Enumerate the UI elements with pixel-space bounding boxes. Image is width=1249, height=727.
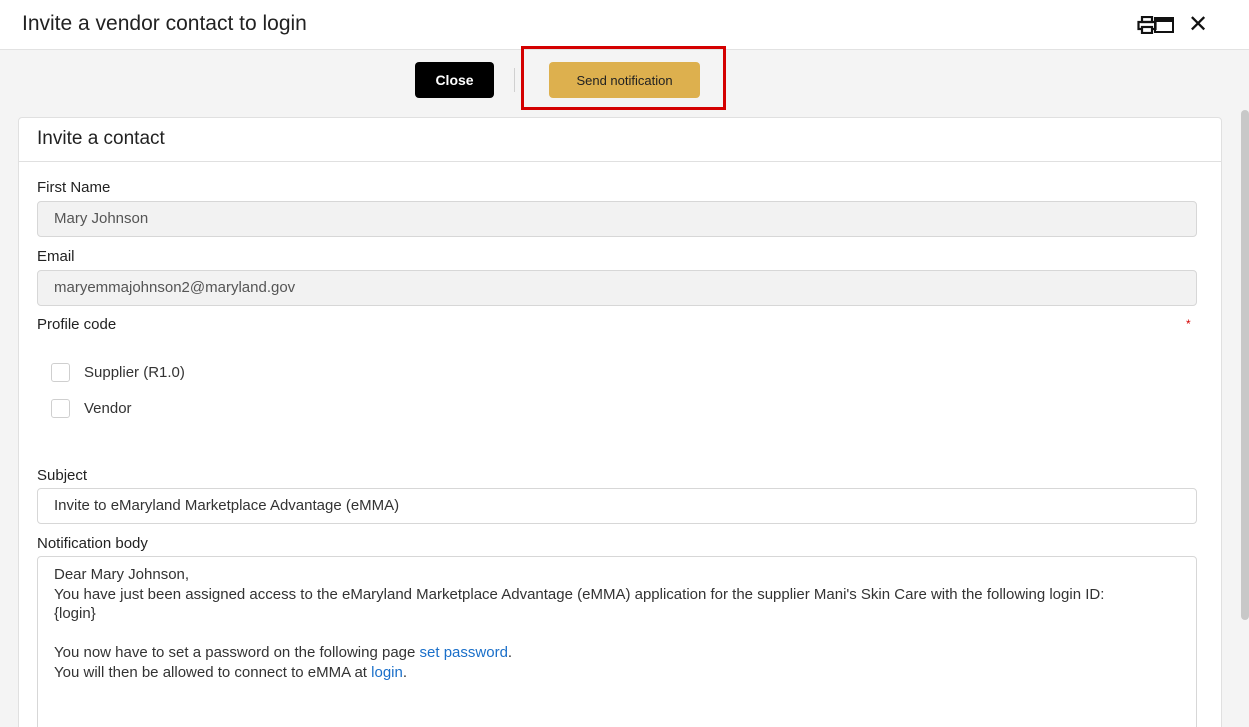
close-icon[interactable]: ✕ [1187,13,1209,37]
subject-label: Subject [37,467,88,484]
subject-field[interactable]: Invite to eMaryland Marketplace Advantag… [37,488,1197,524]
window-title: Invite a vendor contact to login [22,12,307,35]
invite-contact-panel: Invite a contact First Name Mary Johnson… [18,117,1222,727]
body-greeting: Dear Mary Johnson, [54,566,190,583]
body-line-3: You will then be allowed to connect to e… [54,663,408,681]
action-toolbar: Close Send notification [0,46,1249,110]
profile-code-label: Profile code [37,316,117,333]
email-label: Email [37,248,75,265]
panel-title: Invite a contact [19,118,1221,162]
notification-body-label: Notification body [37,535,148,552]
window-titlebar: Invite a vendor contact to login ✕ [0,0,1249,50]
vendor-checkbox[interactable] [51,399,70,418]
vertical-scrollbar[interactable] [1241,110,1249,620]
required-indicator: * [1186,317,1191,331]
first-name-label: First Name [37,179,111,196]
profile-option-supplier[interactable]: Supplier (R1.0) [51,363,185,382]
body-line-1: You have just been assigned access to th… [54,585,1105,603]
close-button[interactable]: Close [415,62,494,98]
set-password-link[interactable]: set password [420,644,508,661]
toolbar-divider [514,68,515,92]
body-login-placeholder: {login} [54,605,96,622]
send-notification-button[interactable]: Send notification [549,62,700,98]
maximize-icon[interactable] [1153,15,1175,35]
supplier-checkbox[interactable] [51,363,70,382]
supplier-option-label: Supplier (R1.0) [84,364,185,381]
first-name-field[interactable]: Mary Johnson [37,201,1197,237]
vendor-option-label: Vendor [84,400,132,417]
email-field[interactable]: maryemmajohnson2@maryland.gov [37,270,1197,306]
login-link[interactable]: login [371,664,403,681]
profile-option-vendor[interactable]: Vendor [51,399,132,418]
notification-body-textarea[interactable]: Dear Mary Johnson, You have just been as… [37,556,1197,727]
body-line-2: You now have to set a password on the fo… [54,644,513,661]
